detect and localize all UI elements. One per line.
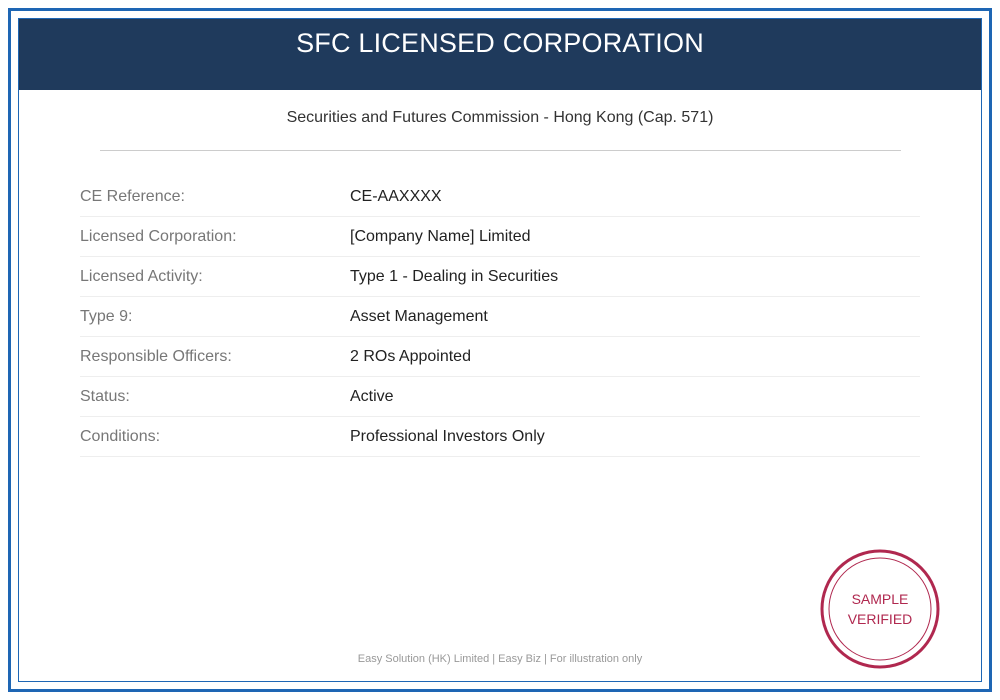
certificate-title: SFC LICENSED CORPORATION xyxy=(296,28,704,58)
detail-value: [Company Name] Limited xyxy=(350,227,531,245)
detail-label: Licensed Corporation: xyxy=(80,227,237,245)
detail-value: Asset Management xyxy=(350,307,488,325)
certificate-subtitle: Securities and Futures Commission - Hong… xyxy=(286,109,714,126)
detail-row-licensed-activity: Licensed Activity: Type 1 - Dealing in S… xyxy=(80,257,920,297)
footer-disclaimer: Easy Solution (HK) Limited | Easy Biz | … xyxy=(357,653,643,665)
detail-label: Conditions: xyxy=(80,427,161,445)
detail-row-licensed-corporation: Licensed Corporation: [Company Name] Lim… xyxy=(80,217,920,257)
detail-value: 2 ROs Appointed xyxy=(350,347,471,365)
detail-label: Responsible Officers: xyxy=(80,347,232,365)
detail-label: Type 9: xyxy=(80,307,133,325)
detail-label: Status: xyxy=(80,387,130,405)
detail-row-conditions: Conditions: Professional Investors Only xyxy=(80,417,920,457)
detail-row-ce-reference: CE Reference: CE-AAXXXX xyxy=(80,177,920,217)
stamp-text: SAMPLE VERIFIED xyxy=(820,549,940,669)
detail-row-responsible-officers: Responsible Officers: 2 ROs Appointed xyxy=(80,337,920,377)
stamp-line-sample: SAMPLE xyxy=(851,591,909,607)
detail-label: Licensed Activity: xyxy=(80,267,203,285)
detail-value: Active xyxy=(350,387,394,405)
detail-label: CE Reference: xyxy=(80,187,185,205)
stamp-line-verified: VERIFIED xyxy=(847,611,913,627)
detail-value: CE-AAXXXX xyxy=(350,187,442,205)
license-details: CE Reference: CE-AAXXXX Licensed Corpora… xyxy=(80,177,920,457)
detail-row-type-9: Type 9: Asset Management xyxy=(80,297,920,337)
detail-row-status: Status: Active xyxy=(80,377,920,417)
detail-value: Type 1 - Dealing in Securities xyxy=(350,267,559,285)
detail-value: Professional Investors Only xyxy=(350,427,545,445)
verification-stamp: SAMPLE VERIFIED xyxy=(820,549,940,669)
header-divider xyxy=(100,150,901,151)
certificate-header: SFC LICENSED CORPORATION xyxy=(19,19,981,90)
